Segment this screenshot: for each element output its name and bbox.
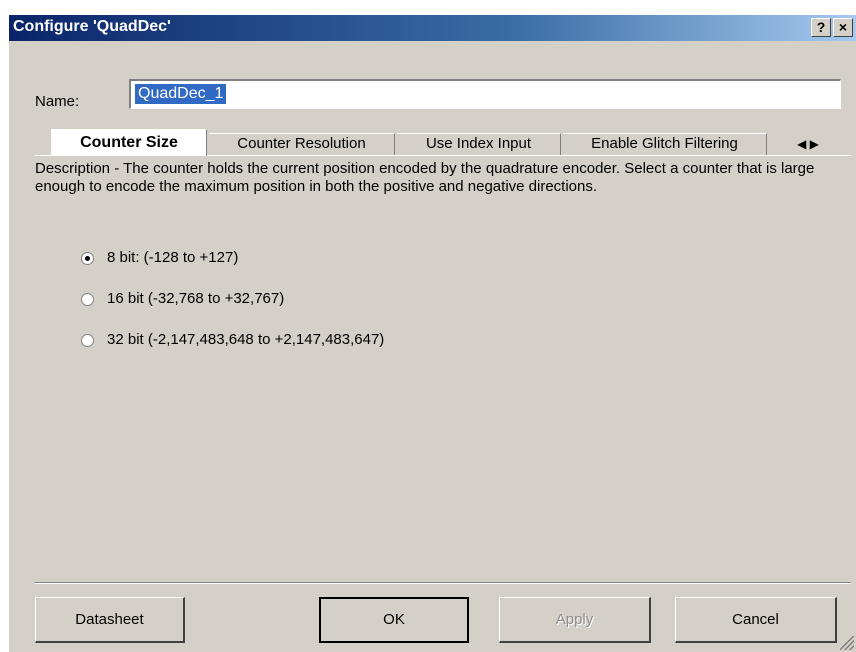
name-input[interactable]: QuadDec_1 — [129, 79, 841, 109]
radio-16bit[interactable] — [81, 293, 94, 306]
tab-counter-resolution[interactable]: Counter Resolution — [209, 133, 395, 155]
datasheet-button[interactable]: Datasheet — [35, 597, 185, 643]
close-button[interactable]: × — [833, 18, 853, 37]
tab-counter-size[interactable]: Counter Size — [51, 129, 207, 156]
name-value: QuadDec_1 — [135, 84, 227, 104]
window-title: Configure 'QuadDec' — [13, 18, 171, 35]
ok-button[interactable]: OK — [319, 597, 469, 643]
name-label: Name: — [35, 93, 80, 110]
tab-scroll-right-icon[interactable]: ▶ — [810, 137, 819, 151]
option-32bit-label[interactable]: 32 bit (-2,147,483,648 to +2,147,483,647… — [107, 331, 384, 348]
help-button[interactable]: ? — [811, 18, 831, 37]
apply-button[interactable]: Apply — [499, 597, 651, 643]
tab-use-index-input[interactable]: Use Index Input — [397, 133, 561, 155]
tab-panel-counter-size: Description - The counter holds the curr… — [35, 155, 851, 579]
radio-32bit[interactable] — [81, 334, 94, 347]
option-8bit-label[interactable]: 8 bit: (-128 to +127) — [107, 249, 238, 266]
tab-scroll-buttons: ◀ ▶ — [783, 133, 833, 155]
title-bar[interactable]: Configure 'QuadDec' ? × — [9, 15, 856, 41]
cancel-button[interactable]: Cancel — [675, 597, 837, 643]
tab-scroll-left-icon[interactable]: ◀ — [797, 137, 806, 151]
tab-strip: Counter Size Counter Resolution Use Inde… — [9, 119, 856, 156]
resize-grip-icon[interactable] — [840, 636, 854, 650]
tab-enable-glitch-filtering[interactable]: Enable Glitch Filtering — [563, 133, 767, 155]
button-separator — [35, 582, 851, 584]
option-16bit-label[interactable]: 16 bit (-32,768 to +32,767) — [107, 290, 284, 307]
description-text: Description - The counter holds the curr… — [35, 160, 815, 195]
configure-dialog: Configure 'QuadDec' ? × Name: QuadDec_1 … — [8, 14, 856, 652]
radio-8bit[interactable] — [81, 252, 94, 265]
